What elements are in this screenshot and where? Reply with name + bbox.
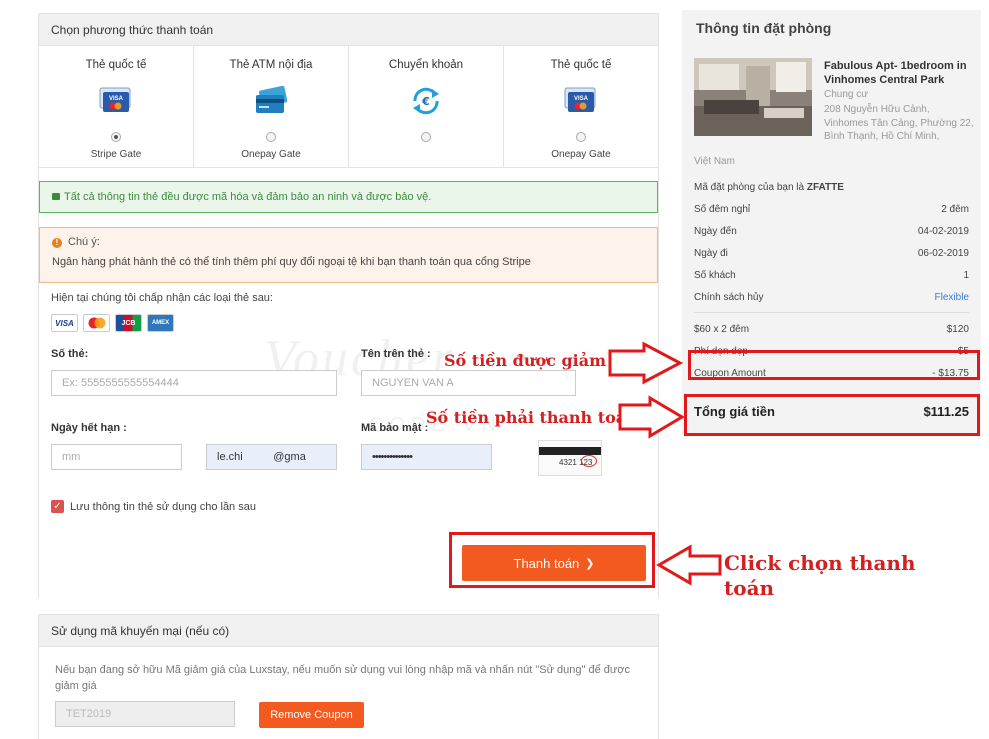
annotation-arrows (608, 341, 722, 586)
arrow-right-icon (608, 341, 684, 385)
arrow-left-icon (656, 544, 722, 586)
arrow-right-icon (618, 395, 685, 439)
